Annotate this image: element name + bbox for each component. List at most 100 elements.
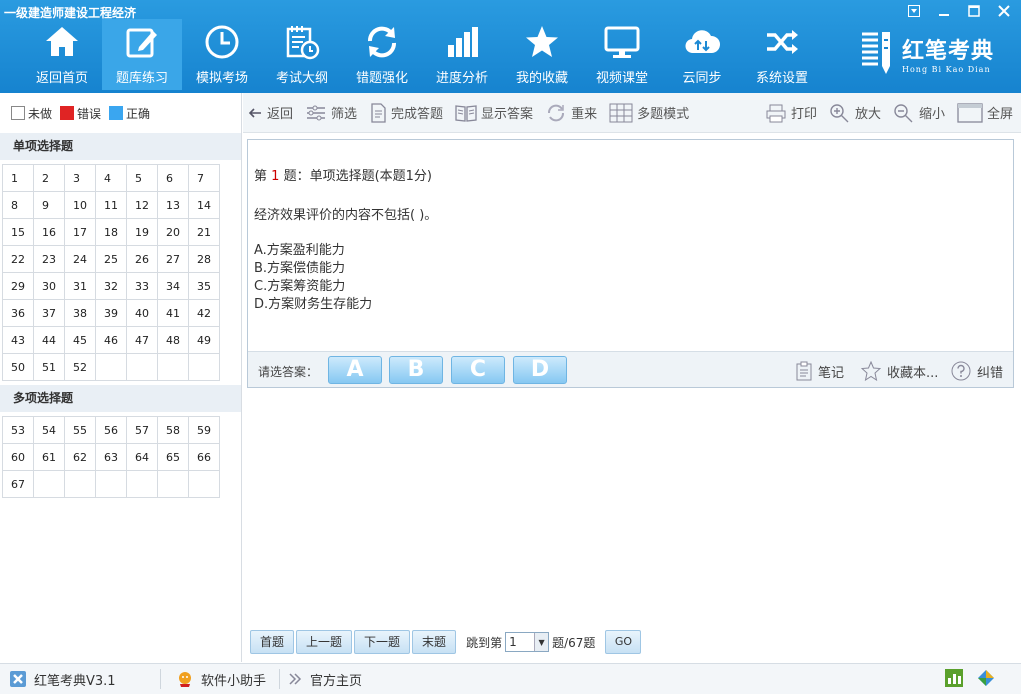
question-number-cell[interactable]: 24 xyxy=(64,245,96,273)
question-number-cell[interactable]: 3 xyxy=(64,164,96,192)
nav-progress[interactable]: 进度分析 xyxy=(422,19,502,90)
note-button[interactable]: 笔记 xyxy=(796,361,844,381)
nav-home[interactable]: 返回首页 xyxy=(22,19,102,90)
question-number-cell[interactable]: 57 xyxy=(126,416,158,444)
nav-cloud-sync[interactable]: 云同步 xyxy=(662,19,742,90)
question-number-cell[interactable]: 40 xyxy=(126,299,158,327)
question-number-cell[interactable]: 29 xyxy=(2,272,34,300)
finish-answering-button[interactable]: 完成答题 xyxy=(369,102,443,123)
question-number-cell[interactable]: 27 xyxy=(157,245,189,273)
question-number-cell[interactable]: 55 xyxy=(64,416,96,444)
question-number-cell[interactable]: 37 xyxy=(33,299,65,327)
question-number-cell[interactable]: 64 xyxy=(126,443,158,471)
answer-d-button[interactable]: D xyxy=(513,356,567,384)
question-number-cell[interactable]: 15 xyxy=(2,218,34,246)
nav-syllabus[interactable]: 考试大纲 xyxy=(262,19,342,90)
question-number-cell[interactable]: 67 xyxy=(2,470,34,498)
question-number-cell[interactable]: 6 xyxy=(157,164,189,192)
question-number-cell[interactable]: 30 xyxy=(33,272,65,300)
nav-settings[interactable]: 系统设置 xyxy=(742,19,822,90)
question-number-cell[interactable]: 34 xyxy=(157,272,189,300)
question-number-cell[interactable]: 58 xyxy=(157,416,189,444)
question-number-cell[interactable]: 59 xyxy=(188,416,220,444)
answer-b-button[interactable]: B xyxy=(389,356,443,384)
question-number-cell[interactable]: 50 xyxy=(2,353,34,381)
question-number-cell[interactable]: 1 xyxy=(2,164,34,192)
question-number-cell[interactable]: 19 xyxy=(126,218,158,246)
official-home-link[interactable]: 官方主页 xyxy=(280,670,362,689)
nav-mock-exam[interactable]: 模拟考场 xyxy=(182,19,262,90)
question-number-cell[interactable]: 2 xyxy=(33,164,65,192)
stats-icon[interactable] xyxy=(945,668,963,690)
question-number-cell[interactable]: 54 xyxy=(33,416,65,444)
question-number-cell[interactable]: 7 xyxy=(188,164,220,192)
question-number-cell[interactable]: 25 xyxy=(95,245,127,273)
last-question-button[interactable]: 末题 xyxy=(412,630,457,654)
question-number-cell[interactable]: 63 xyxy=(95,443,127,471)
question-number-cell[interactable]: 11 xyxy=(95,191,127,219)
question-number-cell[interactable]: 56 xyxy=(95,416,127,444)
jump-select[interactable]: 1 ▼ xyxy=(505,632,550,652)
question-number-cell[interactable]: 60 xyxy=(2,443,34,471)
chevron-down-icon[interactable]: ▼ xyxy=(534,633,549,651)
question-number-cell[interactable]: 9 xyxy=(33,191,65,219)
question-number-cell[interactable]: 14 xyxy=(188,191,220,219)
question-number-cell[interactable]: 20 xyxy=(157,218,189,246)
show-answer-button[interactable]: 显示答案 xyxy=(455,103,533,122)
maximize-icon[interactable] xyxy=(963,3,985,19)
question-number-cell[interactable]: 41 xyxy=(157,299,189,327)
question-number-cell[interactable]: 35 xyxy=(188,272,220,300)
question-number-cell[interactable]: 48 xyxy=(157,326,189,354)
fullscreen-button[interactable]: 全屏 xyxy=(957,102,1013,123)
question-number-cell[interactable]: 51 xyxy=(33,353,65,381)
print-button[interactable]: 打印 xyxy=(765,103,817,123)
answer-a-button[interactable]: A xyxy=(328,356,382,384)
answer-c-button[interactable]: C xyxy=(451,356,505,384)
question-number-cell[interactable]: 42 xyxy=(188,299,220,327)
question-number-cell[interactable]: 52 xyxy=(64,353,96,381)
question-number-cell[interactable]: 4 xyxy=(95,164,127,192)
nav-wrong-questions[interactable]: 错题强化 xyxy=(342,19,422,90)
question-number-cell[interactable]: 39 xyxy=(95,299,127,327)
back-button[interactable]: 返回 xyxy=(247,103,293,122)
question-number-cell[interactable]: 45 xyxy=(64,326,96,354)
restart-button[interactable]: 重来 xyxy=(545,103,597,123)
question-number-cell[interactable]: 31 xyxy=(64,272,96,300)
question-number-cell[interactable]: 26 xyxy=(126,245,158,273)
zoom-in-button[interactable]: 放大 xyxy=(829,103,881,123)
question-number-cell[interactable]: 17 xyxy=(64,218,96,246)
prev-question-button[interactable]: 上一题 xyxy=(296,630,353,654)
multi-question-mode-button[interactable]: 多题模式 xyxy=(609,103,689,123)
nav-question-bank[interactable]: 题库练习 xyxy=(102,19,182,90)
first-question-button[interactable]: 首题 xyxy=(250,630,295,654)
question-number-cell[interactable]: 61 xyxy=(33,443,65,471)
question-number-cell[interactable]: 53 xyxy=(2,416,34,444)
question-number-cell[interactable]: 44 xyxy=(33,326,65,354)
question-number-cell[interactable]: 5 xyxy=(126,164,158,192)
question-number-cell[interactable]: 21 xyxy=(188,218,220,246)
question-number-cell[interactable]: 32 xyxy=(95,272,127,300)
question-number-cell[interactable]: 38 xyxy=(64,299,96,327)
question-number-cell[interactable]: 23 xyxy=(33,245,65,273)
question-number-cell[interactable]: 16 xyxy=(33,218,65,246)
zoom-out-button[interactable]: 缩小 xyxy=(893,103,945,123)
question-number-cell[interactable]: 13 xyxy=(157,191,189,219)
helper-link[interactable]: 软件小助手 xyxy=(161,670,279,689)
close-icon[interactable] xyxy=(993,3,1015,19)
next-question-button[interactable]: 下一题 xyxy=(354,630,411,654)
question-number-cell[interactable]: 46 xyxy=(95,326,127,354)
menu-dropdown-icon[interactable] xyxy=(903,3,925,19)
question-number-cell[interactable]: 36 xyxy=(2,299,34,327)
question-number-cell[interactable]: 65 xyxy=(157,443,189,471)
question-number-cell[interactable]: 8 xyxy=(2,191,34,219)
filter-button[interactable]: 筛选 xyxy=(305,103,357,122)
report-error-button[interactable]: 纠错 xyxy=(951,361,1003,381)
nav-favorites[interactable]: 我的收藏 xyxy=(502,19,582,90)
question-number-cell[interactable]: 18 xyxy=(95,218,127,246)
question-number-cell[interactable]: 47 xyxy=(126,326,158,354)
favorite-button[interactable]: 收藏本... xyxy=(861,361,938,381)
question-number-cell[interactable]: 12 xyxy=(126,191,158,219)
colorful-app-icon[interactable] xyxy=(977,669,995,690)
minimize-icon[interactable] xyxy=(933,3,955,19)
question-number-cell[interactable]: 22 xyxy=(2,245,34,273)
